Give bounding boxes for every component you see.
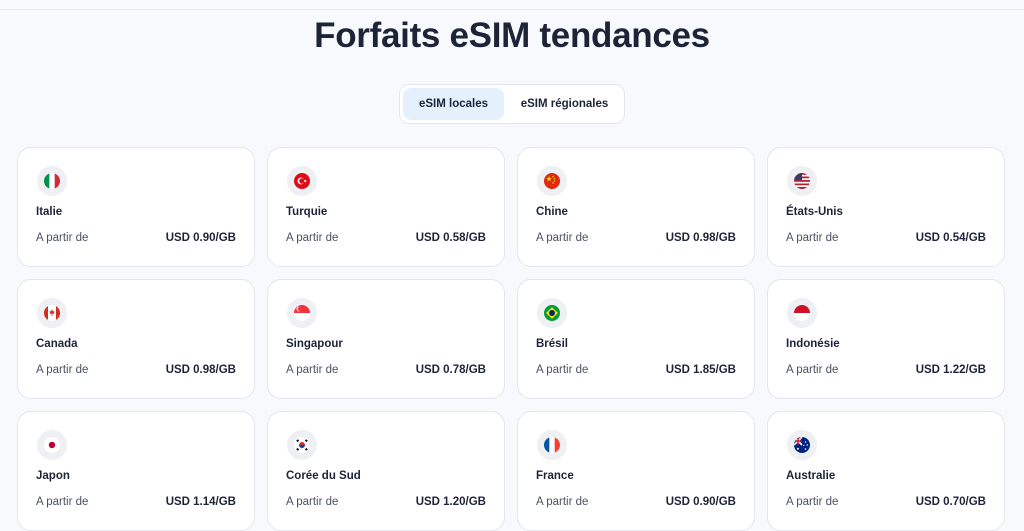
price-value: USD 1.20/GB — [415, 496, 486, 508]
south-korea-flag-icon — [287, 430, 317, 460]
plan-card-italy[interactable]: Italie A partir de USD 0.90/GB — [17, 147, 255, 267]
price-prefix: A partir de — [286, 232, 339, 244]
price-value: USD 0.58/GB — [415, 232, 486, 244]
tab-local-esim[interactable]: eSIM locales — [403, 88, 504, 120]
price-prefix: A partir de — [36, 232, 89, 244]
plan-card-usa[interactable]: États-Unis A partir de USD 0.54/GB — [767, 147, 1005, 267]
country-name: France — [536, 470, 574, 482]
plan-card-turkey[interactable]: Turquie A partir de USD 0.58/GB — [267, 147, 505, 267]
country-name: Canada — [36, 338, 78, 350]
price-prefix: A partir de — [36, 364, 89, 376]
top-divider — [0, 9, 1024, 10]
singapore-flag-icon — [287, 298, 317, 328]
price-prefix: A partir de — [286, 496, 339, 508]
france-flag-icon — [537, 430, 567, 460]
country-name: Singapour — [286, 338, 343, 350]
price-value: USD 0.54/GB — [915, 232, 986, 244]
price-value: USD 0.90/GB — [665, 496, 736, 508]
plan-card-singapore[interactable]: Singapour A partir de USD 0.78/GB — [267, 279, 505, 399]
china-flag-icon — [537, 166, 567, 196]
usa-flag-icon — [787, 166, 817, 196]
price-value: USD 0.98/GB — [665, 232, 736, 244]
japan-flag-icon — [37, 430, 67, 460]
country-name: Turquie — [286, 206, 328, 218]
country-name: Japon — [36, 470, 70, 482]
country-name: Italie — [36, 206, 63, 218]
country-name: États-Unis — [786, 206, 843, 218]
price-value: USD 0.90/GB — [165, 232, 236, 244]
plan-card-canada[interactable]: Canada A partir de USD 0.98/GB — [17, 279, 255, 399]
country-name: Indonésie — [786, 338, 840, 350]
price-value: USD 0.70/GB — [915, 496, 986, 508]
italy-flag-icon — [37, 166, 67, 196]
indonesia-flag-icon — [787, 298, 817, 328]
price-prefix: A partir de — [786, 232, 839, 244]
price-prefix: A partir de — [536, 364, 589, 376]
plan-card-south-korea[interactable]: Corée du Sud A partir de USD 1.20/GB — [267, 411, 505, 531]
plan-type-tabs: eSIM locales eSIM régionales — [399, 84, 625, 124]
plan-card-china[interactable]: Chine A partir de USD 0.98/GB — [517, 147, 755, 267]
price-value: USD 1.85/GB — [665, 364, 736, 376]
plan-card-france[interactable]: France A partir de USD 0.90/GB — [517, 411, 755, 531]
price-value: USD 1.14/GB — [165, 496, 236, 508]
price-prefix: A partir de — [36, 496, 89, 508]
country-name: Australie — [786, 470, 836, 482]
brazil-flag-icon — [537, 298, 567, 328]
price-prefix: A partir de — [536, 232, 589, 244]
plan-card-japan[interactable]: Japon A partir de USD 1.14/GB — [17, 411, 255, 531]
price-prefix: A partir de — [536, 496, 589, 508]
canada-flag-icon — [37, 298, 67, 328]
price-value: USD 0.98/GB — [165, 364, 236, 376]
country-name: Corée du Sud — [286, 470, 361, 482]
price-prefix: A partir de — [786, 364, 839, 376]
tab-regional-esim[interactable]: eSIM régionales — [508, 88, 621, 120]
price-value: USD 0.78/GB — [415, 364, 486, 376]
australia-flag-icon — [787, 430, 817, 460]
plan-card-indonesia[interactable]: Indonésie A partir de USD 1.22/GB — [767, 279, 1005, 399]
price-value: USD 1.22/GB — [915, 364, 986, 376]
plan-card-australia[interactable]: Australie A partir de USD 0.70/GB — [767, 411, 1005, 531]
page-title: Forfaits eSIM tendances — [314, 16, 710, 55]
plan-card-brazil[interactable]: Brésil A partir de USD 1.85/GB — [517, 279, 755, 399]
price-prefix: A partir de — [786, 496, 839, 508]
country-name: Brésil — [536, 338, 568, 350]
plans-grid: Italie A partir de USD 0.90/GB Turquie A… — [17, 147, 1006, 531]
price-prefix: A partir de — [286, 364, 339, 376]
country-name: Chine — [536, 206, 568, 218]
turkey-flag-icon — [287, 166, 317, 196]
